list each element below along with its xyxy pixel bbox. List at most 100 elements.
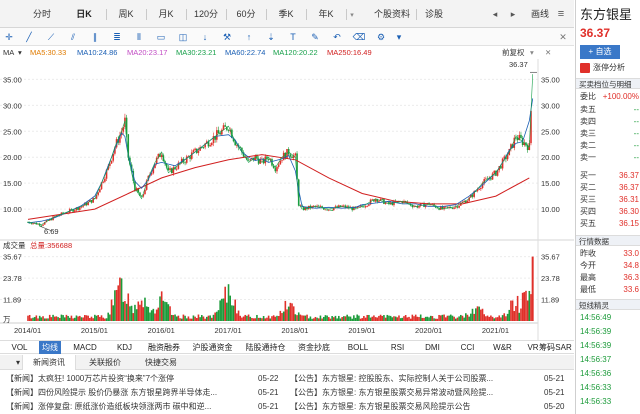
volume-bar: [431, 316, 434, 321]
indicator-tab[interactable]: BOLL: [338, 341, 378, 354]
tab-drawing[interactable]: 画线: [528, 0, 552, 28]
tab-yearly-k[interactable]: 年K: [306, 0, 346, 28]
channel-tool-icon[interactable]: ⫽: [66, 30, 80, 44]
candle-body: [197, 150, 200, 153]
fib-tool-icon[interactable]: ≣: [110, 30, 124, 44]
tab-news[interactable]: 新闻资讯: [22, 355, 76, 370]
volume-bar: [433, 318, 435, 321]
indicator-tab[interactable]: RSI: [382, 341, 413, 354]
volume-bar: [531, 256, 534, 321]
kline-chart[interactable]: 35.00 35.00 30.00 30.00 25.00 25.00 20.00 20.00…: [0, 59, 574, 340]
volume-bar: [324, 315, 327, 321]
volume-bar: [50, 317, 53, 321]
rectangle-tool-icon[interactable]: ▭: [154, 30, 168, 44]
volume-bar: [222, 298, 225, 321]
hammer-tool-icon[interactable]: ⚒: [220, 30, 234, 44]
notice-item[interactable]: 【公告】东方银星: 东方银星股票交易异常波动暨风险提...: [290, 386, 538, 400]
cycle-tool-icon[interactable]: ⦀: [132, 30, 146, 44]
cursor-icon[interactable]: ✛: [2, 30, 16, 44]
indicator-tab[interactable]: 陆股通持仓: [241, 341, 290, 354]
indicator-tab[interactable]: MACD: [65, 341, 105, 354]
volume-bar: [379, 314, 382, 321]
tab-weekly-k[interactable]: 周K: [106, 0, 146, 28]
down-arrow-tool-icon[interactable]: ⇣: [264, 30, 278, 44]
volume-bar: [157, 307, 160, 321]
tab-60min[interactable]: 60分: [226, 0, 266, 28]
eraser-icon[interactable]: ⌫: [352, 30, 366, 44]
indicator-tab[interactable]: 均线: [39, 341, 61, 354]
settings-icon[interactable]: ⚙: [374, 30, 388, 44]
expand-chevron-icon[interactable]: ▸: [506, 0, 520, 28]
volume-tick-right: 35.67: [541, 253, 560, 262]
market-row: 昨收 33.0: [576, 248, 640, 260]
volume-bar: [408, 316, 410, 321]
tab-daily-k[interactable]: 日K: [62, 0, 106, 28]
volume-bar: [79, 315, 81, 321]
note-tool-icon[interactable]: ✎: [308, 30, 322, 44]
tab-quick-trade[interactable]: 快捷交易: [134, 355, 188, 370]
adjust-mode-dropdown[interactable]: 前复权: [502, 47, 525, 59]
tab-intraday[interactable]: 分时: [22, 0, 62, 28]
notice-item[interactable]: 【公告】东方银星: 控股股东、实际控制人关于公司股票...: [290, 372, 538, 386]
indicator-tab[interactable]: CCI: [452, 341, 483, 354]
volume-bar: [199, 317, 201, 321]
menu-icon[interactable]: ≡: [554, 0, 568, 28]
arrow-down-tool-icon[interactable]: ↓: [198, 30, 212, 44]
indicator-tab[interactable]: 融资融券: [144, 341, 184, 354]
volume-bar: [488, 316, 491, 321]
indicator-tab[interactable]: 筹码: [536, 341, 558, 354]
news-item[interactable]: 【新闻】四份风险提示 股价仍暴涨 东方银星跨界半导体走...: [6, 386, 250, 400]
volume-bar: [277, 316, 280, 321]
volume-bar: [465, 313, 467, 321]
volume-bar: [485, 316, 487, 321]
news-collapse-chevron-icon[interactable]: ▾: [16, 355, 20, 370]
volume-bar: [32, 317, 34, 321]
limit-analysis-link[interactable]: 涨停分析: [593, 62, 625, 73]
more-periods-chevron-icon[interactable]: ▾: [346, 0, 356, 28]
volume-bar: [152, 308, 155, 321]
low-price-annotation: 6.69: [44, 227, 59, 236]
indicator-tab[interactable]: 沪股通资金: [188, 341, 237, 354]
undo-icon[interactable]: ↶: [330, 30, 344, 44]
volume-bar: [441, 314, 444, 321]
volume-bar: [164, 301, 166, 321]
parallel-tool-icon[interactable]: ∥: [88, 30, 102, 44]
add-watchlist-button[interactable]: + 自选: [580, 45, 620, 59]
tab-related-quotes[interactable]: 关联报价: [78, 355, 132, 370]
line-tool-icon[interactable]: ╱: [22, 30, 36, 44]
gann-tool-icon[interactable]: ◫: [176, 30, 190, 44]
tab-stock-diagnosis[interactable]: 诊股: [416, 0, 452, 28]
indicator-tab[interactable]: KDJ: [109, 341, 140, 354]
ma-settings-icon[interactable]: ▾: [18, 47, 22, 59]
tab-stock-profile[interactable]: 个股资料: [368, 0, 416, 28]
volume-bar: [526, 300, 529, 321]
text-tool-icon[interactable]: T: [286, 30, 300, 44]
toolbar-dropdown-chevron-icon[interactable]: ▾: [392, 30, 406, 44]
ray-tool-icon[interactable]: ⟋: [44, 30, 58, 44]
indicator-tab[interactable]: 资金抄底: [294, 341, 334, 354]
news-item[interactable]: 【新闻】太疯狂! 1000万芯片投资“换来”7个涨停: [6, 372, 250, 386]
candle-body: [331, 210, 333, 211]
volume-bar: [486, 315, 489, 321]
volume-bar: [177, 315, 180, 321]
candle-body: [30, 223, 33, 224]
candle-body: [520, 134, 522, 138]
candle-body: [249, 159, 252, 161]
tab-120min[interactable]: 120分: [186, 0, 226, 28]
volume-bar: [224, 286, 226, 321]
notice-item[interactable]: 【公告】东方银星: 东方银星股票交易风险提示公告: [290, 400, 538, 414]
collapse-chevron-icon[interactable]: ◂: [488, 0, 502, 28]
volume-bar: [140, 300, 143, 321]
tab-quarterly-k[interactable]: 季K: [266, 0, 306, 28]
news-item[interactable]: 【新闻】涨停复盘: 原纸涨价造纸板块领涨两市 碳中和逆...: [6, 400, 250, 414]
price-tick-left: 25.00: [3, 127, 22, 136]
tab-monthly-k[interactable]: 月K: [146, 0, 186, 28]
adjust-chevron-icon[interactable]: ▾: [530, 47, 534, 59]
up-arrow-tool-icon[interactable]: ↑: [242, 30, 256, 44]
indicator-tab[interactable]: DMI: [417, 341, 448, 354]
indicator-tab[interactable]: W&R: [487, 341, 518, 354]
close-icon[interactable]: ✕: [556, 30, 570, 44]
chart-close-icon[interactable]: ✕: [545, 47, 551, 59]
price-tick-left: 15.00: [3, 179, 22, 188]
indicator-tab[interactable]: VOL: [4, 341, 35, 354]
